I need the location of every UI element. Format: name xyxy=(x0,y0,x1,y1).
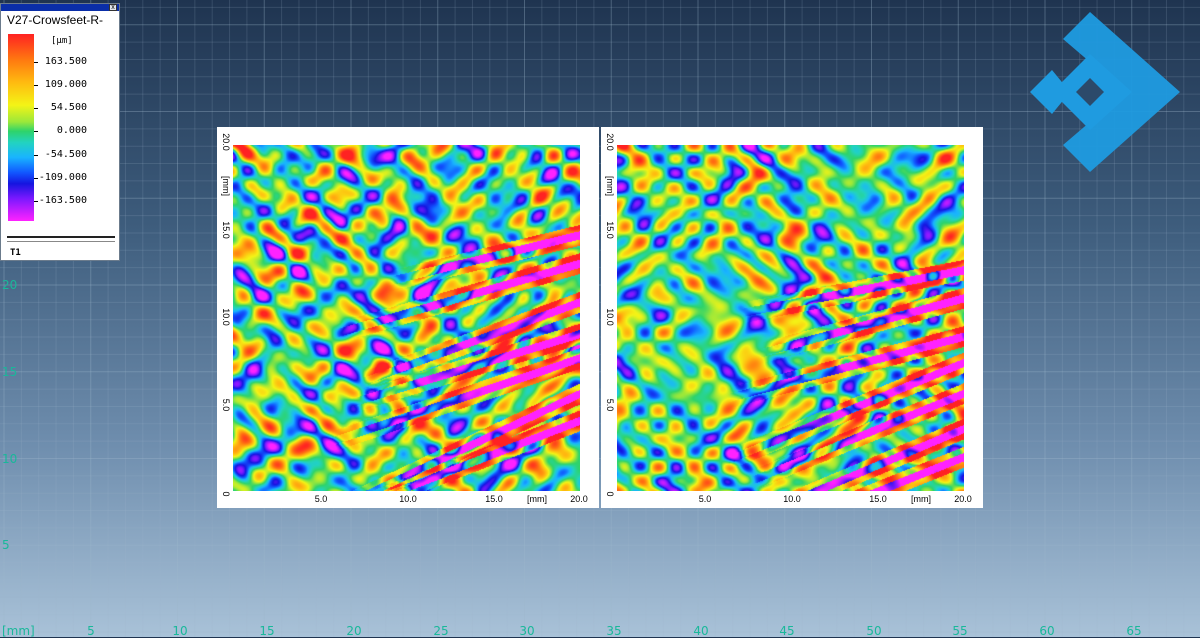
map-y-tick: 15.0 xyxy=(221,221,231,239)
map-y-tick: 20.0 xyxy=(605,133,615,151)
height-map-image[interactable] xyxy=(617,145,964,491)
legend-value: 163.500 xyxy=(44,56,87,67)
legend-title: V27-Crowsfeet-R- xyxy=(7,13,104,27)
legend-unit: [µm] xyxy=(51,36,73,46)
y-axis-tick: 10 xyxy=(2,452,18,466)
height-map-panel-after[interactable]: 20.0 [mm] 15.0 10.0 5.0 0 5.0 10.0 15.0 … xyxy=(601,127,983,508)
x-axis-unit: [mm] xyxy=(2,624,35,638)
legend-value: 54.500 xyxy=(50,102,87,113)
close-icon[interactable]: x xyxy=(109,4,117,11)
height-map-panel-before[interactable]: 20.0 [mm] 15.0 10.0 5.0 0 5.0 10.0 15.0 … xyxy=(217,127,599,508)
x-axis-tick: 50 xyxy=(866,624,882,638)
legend-value: -109.000 xyxy=(38,172,87,183)
x-axis-tick: 5 xyxy=(87,624,95,638)
map-x-tick: 5.0 xyxy=(698,494,712,504)
map-x-tick: 20.0 xyxy=(570,494,588,504)
y-axis-tick: 20 xyxy=(2,278,18,292)
x-axis-tick: 20 xyxy=(346,624,362,638)
map-y-tick: 15.0 xyxy=(605,221,615,239)
map-y-unit: [mm] xyxy=(221,176,231,196)
color-legend-window[interactable]: x V27-Crowsfeet-R- [µm] 163.500 109.000 … xyxy=(0,3,120,261)
x-axis-tick: 10 xyxy=(172,624,188,638)
map-x-unit: [mm] xyxy=(527,494,547,504)
map-x-tick: 20.0 xyxy=(954,494,972,504)
map-y-tick: 10.0 xyxy=(221,308,231,326)
map-origin: 0 xyxy=(221,491,231,497)
map-x-tick: 5.0 xyxy=(314,494,328,504)
legend-tag: T1 xyxy=(10,248,21,258)
x-axis-tick: 40 xyxy=(693,624,709,638)
background-grid xyxy=(0,0,1200,637)
legend-divider xyxy=(7,241,115,242)
x-axis-tick: 35 xyxy=(606,624,622,638)
legend-value: -54.500 xyxy=(44,149,87,160)
map-origin: 0 xyxy=(605,491,615,497)
map-y-tick: 10.0 xyxy=(605,308,615,326)
map-x-unit: [mm] xyxy=(911,494,931,504)
x-axis-tick: 30 xyxy=(519,624,535,638)
color-scale-bar xyxy=(8,34,34,221)
map-x-tick: 10.0 xyxy=(399,494,417,504)
legend-value: 109.000 xyxy=(44,79,87,90)
x-axis-tick: 60 xyxy=(1039,624,1055,638)
map-y-tick: 5.0 xyxy=(221,398,231,412)
legend-divider xyxy=(7,236,115,238)
height-map-image[interactable] xyxy=(233,145,580,491)
map-x-tick: 15.0 xyxy=(485,494,503,504)
y-axis-tick: 5 xyxy=(2,538,10,552)
x-axis-tick: 65 xyxy=(1126,624,1142,638)
map-x-tick: 15.0 xyxy=(869,494,887,504)
map-y-unit: [mm] xyxy=(605,176,615,196)
map-y-tick: 5.0 xyxy=(605,398,615,412)
y-axis-tick: 15 xyxy=(2,365,18,379)
map-y-tick: 20.0 xyxy=(221,133,231,151)
legend-titlebar[interactable] xyxy=(1,4,119,11)
brand-logo-icon xyxy=(1030,12,1180,172)
legend-value: -163.500 xyxy=(38,195,87,206)
x-axis-tick: 25 xyxy=(433,624,449,638)
x-axis-tick: 55 xyxy=(952,624,968,638)
map-x-tick: 10.0 xyxy=(783,494,801,504)
legend-value: 0.000 xyxy=(56,125,87,136)
x-axis-tick: 15 xyxy=(259,624,275,638)
x-axis-tick: 45 xyxy=(779,624,795,638)
